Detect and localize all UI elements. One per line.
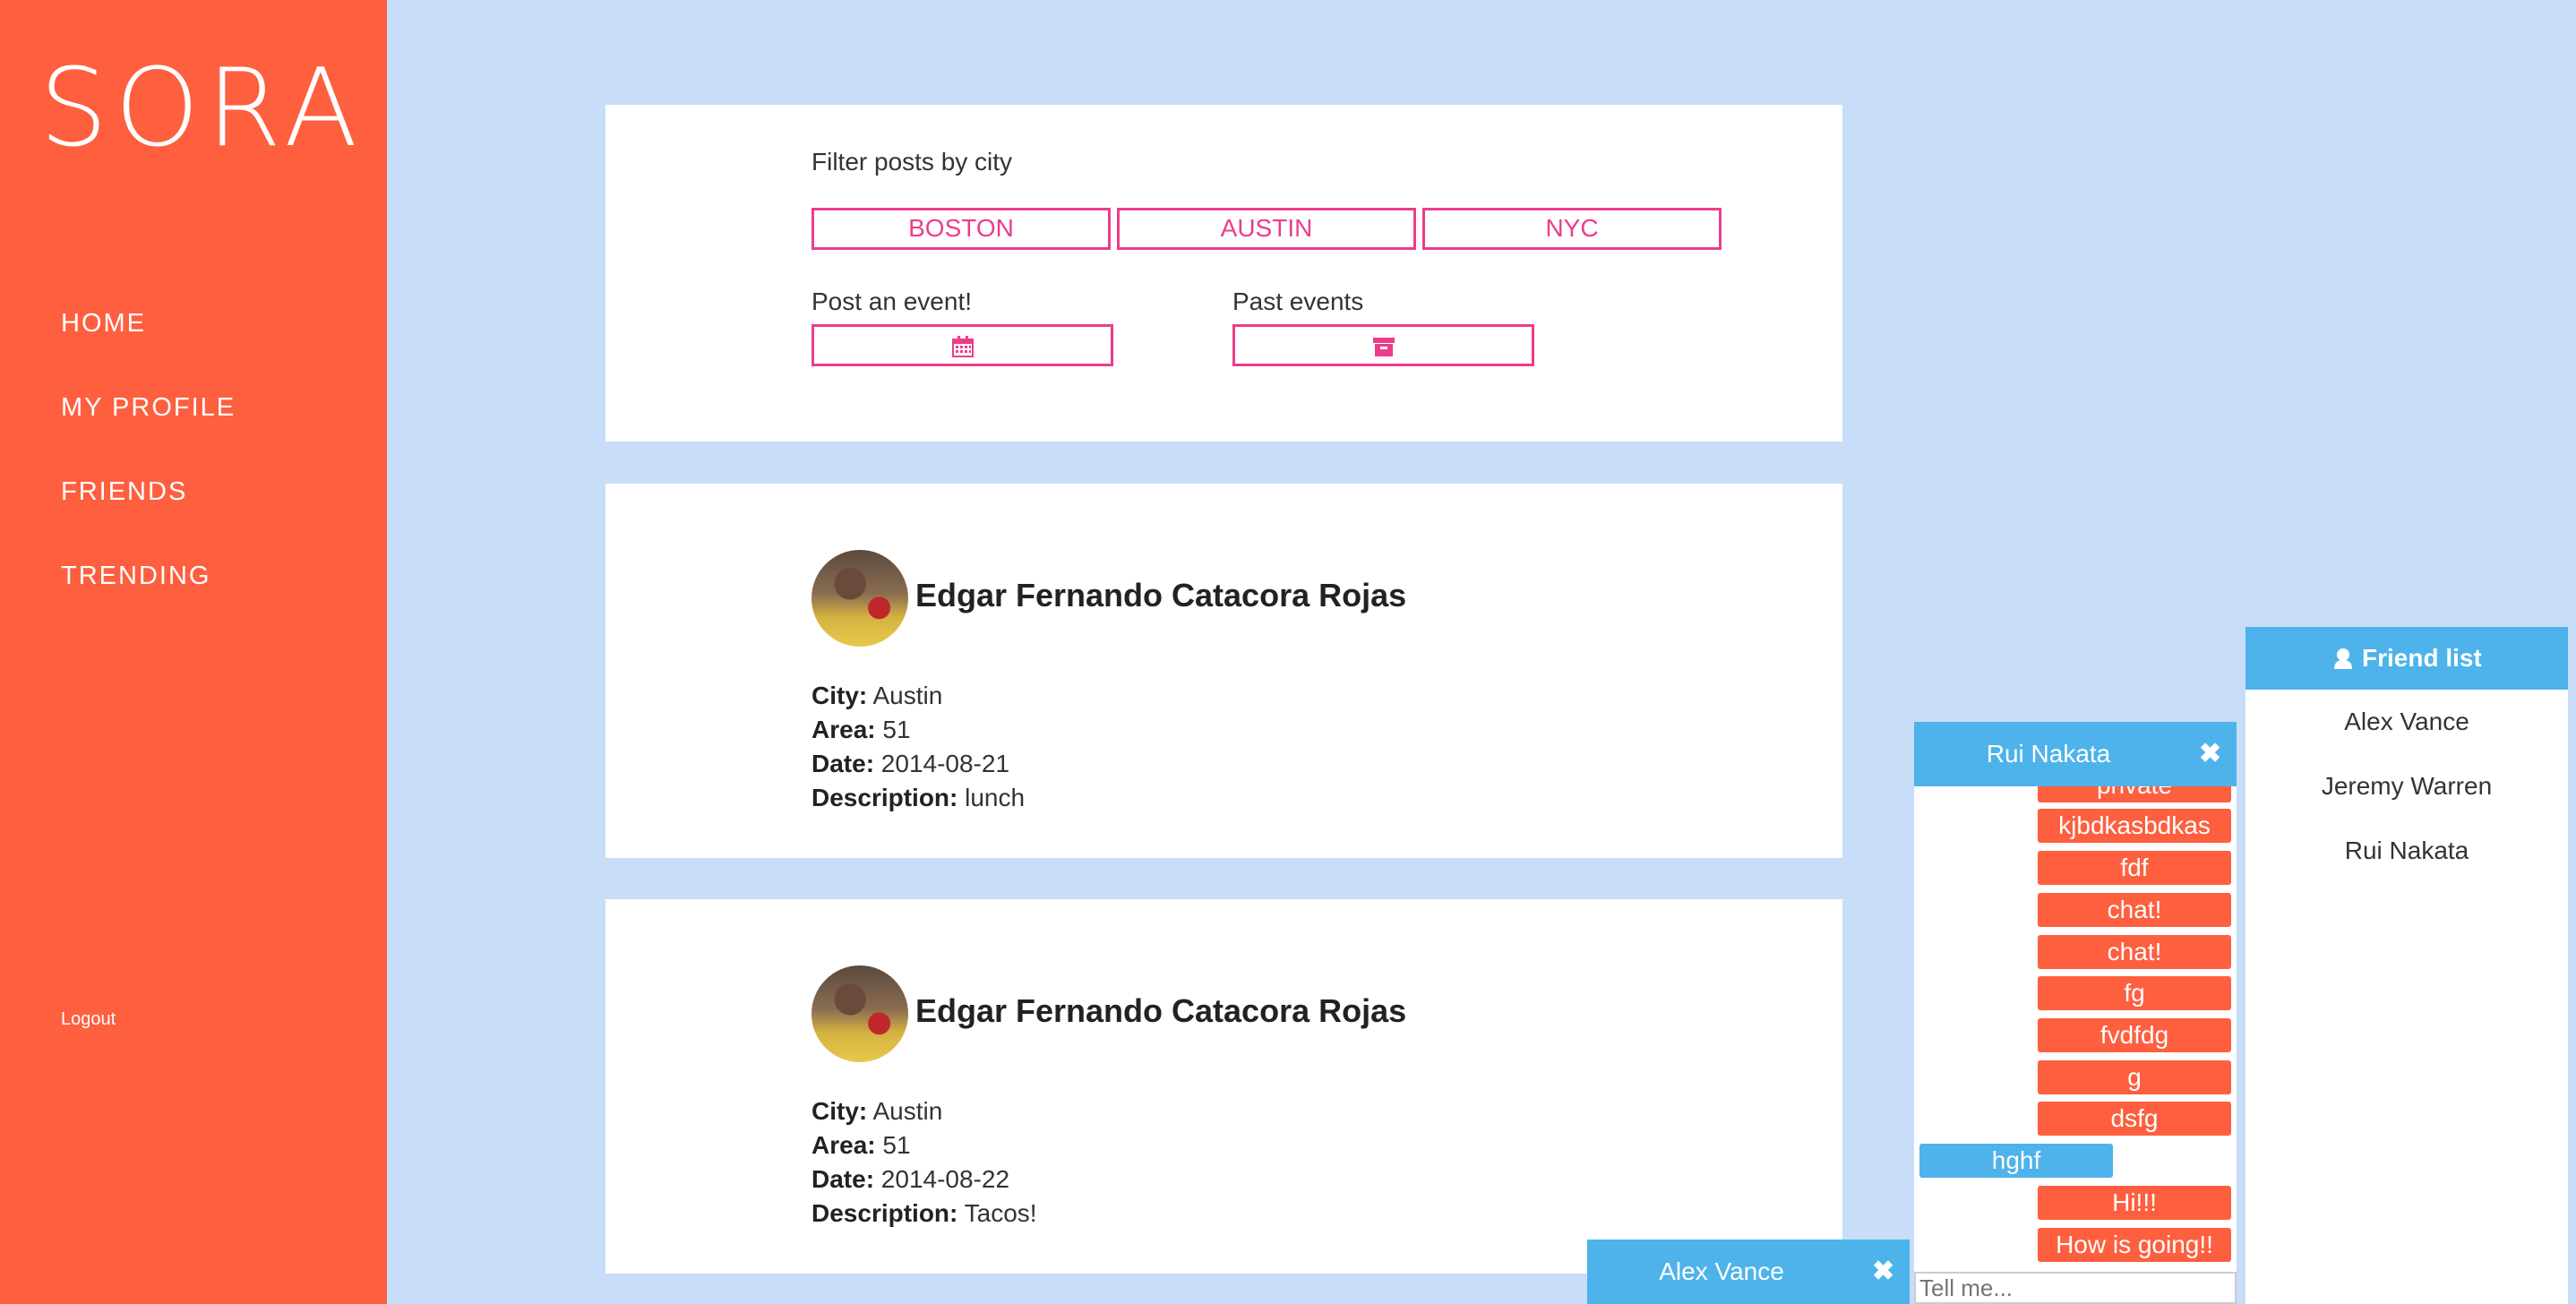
post-date: Date: 2014-08-21 (811, 750, 1009, 778)
description-label: Description: (811, 1199, 958, 1227)
friend-item[interactable]: Rui Nakata (2245, 836, 2568, 865)
area-value: 51 (882, 1131, 911, 1159)
sidebar: SORA HOME MY PROFILE FRIENDS TRENDING Lo… (0, 0, 387, 1304)
friend-list-header[interactable]: Friend list (2245, 627, 2568, 690)
chat-window: Rui Nakata ✖ private kjbdkasbdkas fdf ch… (1914, 722, 2237, 1304)
post-event-button[interactable] (811, 324, 1113, 366)
chat-message: dsfg (2038, 1102, 2231, 1136)
city-value: Austin (872, 1097, 943, 1125)
filter-card: Filter posts by city BOSTON AUSTIN NYC P… (605, 105, 1842, 442)
post-author[interactable]: Edgar Fernando Catacora Rojas (915, 577, 1406, 614)
chat-message: How is going!! (2038, 1228, 2231, 1262)
avatar[interactable] (811, 965, 908, 1062)
nav-my-profile[interactable]: MY PROFILE (61, 393, 236, 423)
description-value: lunch (965, 784, 1026, 811)
post-card: Edgar Fernando Catacora Rojas City: Aust… (605, 484, 1842, 858)
chat-message: private (2038, 786, 2231, 802)
post-city: City: Austin (811, 682, 942, 710)
chat-message: chat! (2038, 935, 2231, 969)
past-events-label: Past events (1232, 287, 1364, 315)
nav-trending[interactable]: TRENDING (61, 562, 210, 591)
nav-home[interactable]: HOME (61, 309, 146, 339)
chat-input[interactable] (1914, 1272, 2237, 1304)
chat-title: Alex Vance (1659, 1257, 1784, 1285)
post-event-label: Post an event! (811, 287, 973, 315)
city-label: City: (811, 1097, 868, 1125)
city-button-austin[interactable]: AUSTIN (1117, 208, 1416, 250)
city-button-boston[interactable]: BOSTON (811, 208, 1111, 250)
chat-message: kjbdkasbdkas (2038, 809, 2231, 843)
post-area: Area: 51 (811, 716, 911, 744)
post-author[interactable]: Edgar Fernando Catacora Rojas (915, 992, 1406, 1030)
chat-message: g (2038, 1060, 2231, 1094)
city-value: Austin (872, 682, 943, 709)
close-icon[interactable]: ✖ (2199, 738, 2221, 769)
chat-header[interactable]: Alex Vance ✖ (1587, 1240, 1910, 1304)
friend-list-title: Friend list (2361, 644, 2482, 672)
calendar-icon (951, 330, 975, 358)
users-icon (2331, 644, 2362, 672)
area-label: Area: (811, 1131, 876, 1159)
friend-item[interactable]: Alex Vance (2245, 708, 2568, 736)
description-value: Tacos! (964, 1199, 1037, 1227)
post-description: Description: Tacos! (811, 1199, 1037, 1228)
description-label: Description: (811, 784, 958, 811)
date-label: Date: (811, 1165, 875, 1193)
chat-message: hghf (1919, 1144, 2113, 1178)
date-value: 2014-08-21 (880, 750, 1010, 777)
chat-message: Hi!!! (2038, 1186, 2231, 1220)
chat-header[interactable]: Rui Nakata ✖ (1914, 722, 2237, 786)
city-label: City: (811, 682, 868, 709)
past-events-button[interactable] (1232, 324, 1534, 366)
post-description: Description: lunch (811, 784, 1025, 812)
nav-friends[interactable]: FRIENDS (61, 477, 187, 507)
chat-messages[interactable]: private kjbdkasbdkas fdf chat! chat! fg … (1914, 786, 2237, 1268)
app-logo[interactable]: SORA (39, 56, 365, 163)
area-value: 51 (882, 716, 911, 743)
chat-message: chat! (2038, 893, 2231, 927)
post-date: Date: 2014-08-22 (811, 1165, 1009, 1194)
friend-item[interactable]: Jeremy Warren (2245, 772, 2568, 801)
chat-title: Rui Nakata (1986, 740, 2111, 768)
post-city: City: Austin (811, 1097, 942, 1126)
logout-link[interactable]: Logout (61, 1009, 116, 1030)
date-label: Date: (811, 750, 875, 777)
close-icon[interactable]: ✖ (1872, 1256, 1894, 1287)
avatar[interactable] (811, 550, 908, 647)
chat-message: fvdfdg (2038, 1018, 2231, 1052)
chat-message: fg (2038, 976, 2231, 1010)
friend-list: Friend list Alex Vance Jeremy Warren Rui… (2245, 627, 2568, 1304)
post-card: Edgar Fernando Catacora Rojas City: Aust… (605, 899, 1842, 1274)
post-area: Area: 51 (811, 1131, 911, 1160)
archive-icon (1372, 330, 1395, 358)
filter-title: Filter posts by city (811, 148, 1013, 176)
city-button-nyc[interactable]: NYC (1422, 208, 1722, 250)
area-label: Area: (811, 716, 876, 743)
date-value: 2014-08-22 (880, 1165, 1010, 1193)
chat-window-minimized: Alex Vance ✖ (1587, 1240, 1910, 1304)
chat-message: fdf (2038, 851, 2231, 885)
